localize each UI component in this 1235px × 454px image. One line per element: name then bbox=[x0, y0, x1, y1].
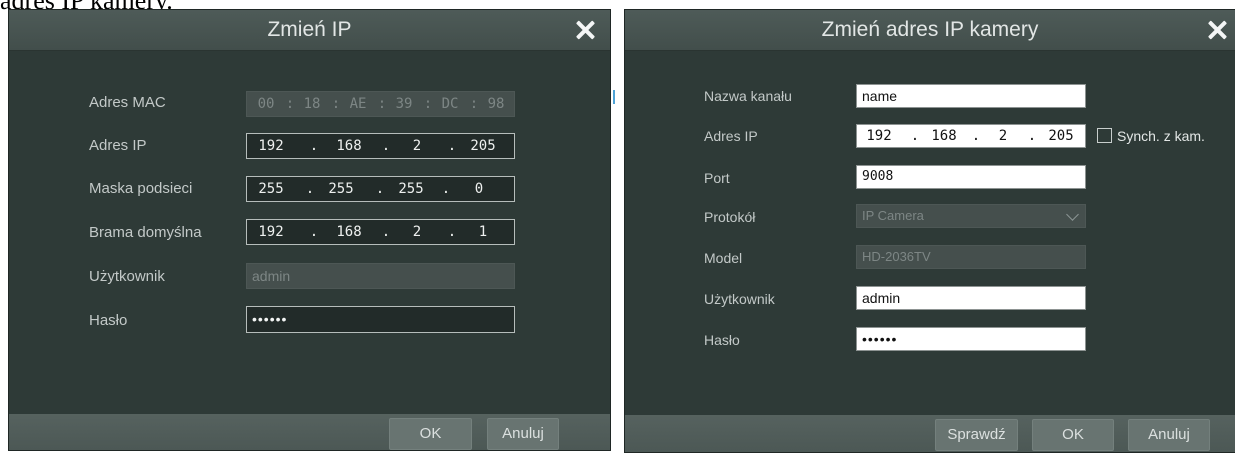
ip-address-field[interactable]: 192 . 168 . 2 . 205 bbox=[246, 133, 515, 159]
change-ip-dialog: Zmień IP Adres MAC 00 : 18 : AE : 39 : D… bbox=[9, 10, 610, 450]
mac-label: Adres MAC bbox=[89, 94, 166, 111]
sync-checkbox[interactable] bbox=[1097, 128, 1112, 143]
mac-separator: : bbox=[469, 96, 479, 112]
gateway-label: Brama domyślna bbox=[89, 224, 202, 241]
dialog-title: Zmień IP bbox=[267, 18, 352, 41]
ip-octet[interactable]: 2 bbox=[397, 134, 437, 158]
protocol-select: IP Camera bbox=[856, 204, 1086, 228]
gateway-octet[interactable]: 192 bbox=[251, 220, 291, 244]
mac-octet: 39 bbox=[395, 96, 413, 112]
cancel-button[interactable]: Anuluj bbox=[1128, 419, 1210, 451]
model-label: Model bbox=[704, 250, 743, 266]
gateway-separator: . bbox=[309, 224, 319, 240]
gateway-separator: . bbox=[447, 224, 457, 240]
mask-separator: . bbox=[305, 181, 315, 197]
ip-separator: . bbox=[1027, 128, 1037, 144]
user-label: Użytkownik bbox=[704, 291, 775, 307]
protocol-value: IP Camera bbox=[862, 208, 924, 223]
channel-name-field[interactable]: name bbox=[856, 84, 1086, 108]
ip-label: Adres IP bbox=[89, 137, 147, 154]
ip-separator: . bbox=[971, 128, 981, 144]
close-icon[interactable] bbox=[573, 18, 597, 42]
ok-button[interactable]: OK bbox=[389, 418, 472, 450]
dialog-titlebar: Zmień IP bbox=[9, 10, 610, 51]
accent-marker bbox=[613, 90, 615, 104]
mac-separator: : bbox=[423, 96, 433, 112]
gateway-field[interactable]: 192 . 168 . 2 . 1 bbox=[246, 219, 515, 245]
username-field[interactable]: admin bbox=[856, 286, 1086, 310]
channel-name-label: Nazwa kanału bbox=[704, 88, 792, 104]
sync-label: Synch. z kam. bbox=[1117, 128, 1205, 144]
port-label: Port bbox=[704, 170, 730, 186]
mac-octet: AE bbox=[349, 96, 367, 112]
dialog-title: Zmień adres IP kamery bbox=[821, 18, 1039, 41]
ip-octet[interactable]: 192 bbox=[861, 125, 897, 147]
password-label: Hasło bbox=[704, 332, 740, 348]
dialog-footer: Sprawdź OK Anuluj bbox=[625, 415, 1235, 452]
camera-ip-field[interactable]: 192 . 168 . 2 . 205 bbox=[856, 124, 1086, 148]
dialog-footer: OK Anuluj bbox=[9, 414, 610, 450]
ip-octet[interactable]: 205 bbox=[463, 134, 503, 158]
protocol-label: Protokół bbox=[704, 209, 756, 225]
change-camera-ip-dialog: Zmień adres IP kamery Nazwa kanału name … bbox=[625, 10, 1235, 452]
username-field: admin bbox=[246, 263, 515, 289]
chevron-down-icon bbox=[1066, 208, 1079, 221]
ok-button[interactable]: OK bbox=[1032, 419, 1114, 451]
mask-octet[interactable]: 255 bbox=[391, 177, 431, 201]
ip-separator: . bbox=[447, 138, 457, 154]
user-label: Użytkownik bbox=[89, 268, 165, 285]
mac-octet: 00 bbox=[257, 96, 275, 112]
ip-octet[interactable]: 192 bbox=[251, 134, 291, 158]
dialog-titlebar: Zmień adres IP kamery bbox=[625, 10, 1235, 51]
ip-octet[interactable]: 168 bbox=[926, 125, 962, 147]
ip-separator: . bbox=[910, 128, 920, 144]
mac-octet: 98 bbox=[487, 96, 505, 112]
mask-octet[interactable]: 255 bbox=[321, 177, 361, 201]
port-field[interactable]: 9008 bbox=[856, 165, 1086, 189]
close-icon[interactable] bbox=[1205, 18, 1229, 42]
mac-separator: : bbox=[285, 96, 295, 112]
password-field[interactable]: •••••• bbox=[856, 327, 1086, 351]
password-label: Hasło bbox=[89, 312, 128, 329]
ip-octet[interactable]: 2 bbox=[985, 125, 1021, 147]
ip-label: Adres IP bbox=[704, 128, 758, 144]
gateway-octet[interactable]: 2 bbox=[397, 220, 437, 244]
gateway-octet[interactable]: 168 bbox=[329, 220, 369, 244]
ip-octet[interactable]: 168 bbox=[329, 134, 369, 158]
cancel-button[interactable]: Anuluj bbox=[487, 418, 559, 450]
ip-octet[interactable]: 205 bbox=[1043, 125, 1079, 147]
mask-separator: . bbox=[441, 181, 451, 197]
mask-label: Maska podsieci bbox=[89, 180, 193, 197]
ip-separator: . bbox=[381, 138, 391, 154]
mask-octet[interactable]: 255 bbox=[251, 177, 291, 201]
gateway-octet[interactable]: 1 bbox=[463, 220, 503, 244]
mac-octet: 18 bbox=[303, 96, 321, 112]
mask-octet[interactable]: 0 bbox=[459, 177, 499, 201]
ip-separator: . bbox=[309, 138, 319, 154]
mac-address-field: 00 : 18 : AE : 39 : DC : 98 bbox=[246, 91, 515, 117]
mac-separator: : bbox=[377, 96, 387, 112]
model-field: HD-2036TV bbox=[856, 245, 1086, 269]
gateway-separator: . bbox=[381, 224, 391, 240]
mask-separator: . bbox=[375, 181, 385, 197]
subnet-mask-field[interactable]: 255 . 255 . 255 . 0 bbox=[246, 176, 515, 202]
password-field[interactable]: •••••• bbox=[246, 306, 515, 333]
mac-separator: : bbox=[331, 96, 341, 112]
check-button[interactable]: Sprawdź bbox=[935, 419, 1018, 451]
mac-octet: DC bbox=[441, 96, 459, 112]
